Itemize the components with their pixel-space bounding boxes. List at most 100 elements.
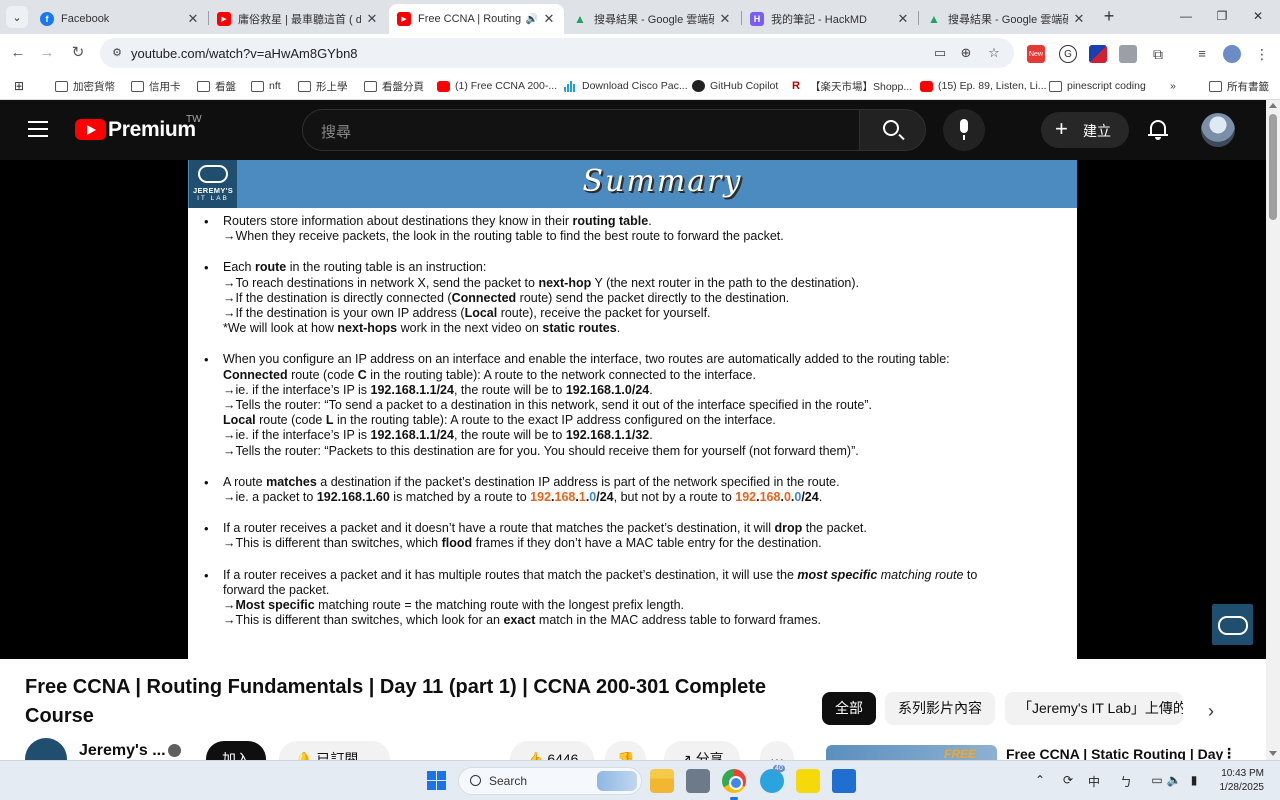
scroll-up-icon[interactable] — [1269, 103, 1277, 108]
taskbar-app-yellow-icon[interactable] — [796, 769, 820, 793]
bookmark-folder-all[interactable]: 所有書籤 — [1209, 78, 1269, 94]
chrome-icon[interactable] — [722, 769, 746, 793]
bookmark-link[interactable]: R 【楽天市場】Shopp... — [792, 78, 912, 94]
page-scrollbar[interactable] — [1266, 100, 1280, 760]
bookmark-folder[interactable]: nft — [251, 78, 281, 94]
tray-overflow-icon[interactable]: ⌃ — [1032, 773, 1048, 787]
reload-icon[interactable]: ↻ — [68, 43, 88, 63]
dislike-button[interactable]: 👎 — [605, 741, 647, 760]
channel-avatar[interactable] — [25, 738, 67, 760]
bookmark-folder[interactable]: 加密貨幣 — [55, 78, 115, 94]
tab-search-chevron-icon[interactable]: ⌄ — [6, 6, 28, 28]
like-button[interactable]: 👍 6446 — [510, 741, 595, 760]
apps-grid-icon[interactable]: ⊞ — [14, 78, 24, 94]
menu-icon[interactable] — [28, 121, 48, 137]
up-next-thumbnail[interactable]: FREE — [826, 745, 997, 760]
bookmarks-overflow-icon[interactable]: » — [1170, 78, 1176, 94]
scroll-down-icon[interactable] — [1269, 751, 1277, 756]
restore-icon[interactable]: ❐ — [1214, 8, 1230, 24]
search-button[interactable] — [859, 109, 926, 151]
tab-hackmd[interactable]: H 我的筆記 - HackMD ✕ — [742, 4, 918, 34]
back-icon[interactable]: ← — [8, 43, 28, 63]
chevron-right-icon[interactable]: › — [1208, 701, 1214, 722]
bookmark-folder[interactable]: 看盤 — [197, 78, 236, 94]
forward-icon[interactable]: → — [37, 43, 57, 63]
taskbar-app-icon[interactable] — [686, 769, 710, 793]
bookmark-link[interactable]: (15) Ep. 89, Listen, Li... — [920, 78, 1047, 94]
bookmark-link[interactable]: (1) Free CCNA 200-... — [437, 78, 557, 94]
tab-google-drive-2[interactable]: ▲ 搜尋結果 - Google 雲端硬 ✕ — [919, 4, 1094, 34]
close-icon[interactable]: ✕ — [542, 11, 556, 27]
notepad-icon[interactable] — [832, 769, 856, 793]
audio-playing-icon[interactable]: 🔊 — [526, 14, 538, 25]
close-icon[interactable]: ✕ — [896, 11, 910, 27]
media-control-icon[interactable]: ≡ — [1193, 45, 1211, 63]
chip-uploads[interactable]: 「Jeremy's IT Lab」上傳的 — [1005, 692, 1183, 725]
extensions-puzzle-icon[interactable]: ⧉ — [1149, 45, 1167, 63]
profile-avatar-icon[interactable] — [1223, 45, 1241, 63]
sync-icon[interactable]: ⟳ — [1060, 773, 1076, 787]
telegram-icon[interactable]: 40 — [760, 765, 785, 793]
create-button[interactable]: + 建立 — [1041, 112, 1129, 148]
battery-icon[interactable]: ▮ — [1186, 773, 1202, 787]
bookmark-folder[interactable]: 看盤分頁 — [364, 78, 424, 94]
bookmark-link[interactable]: Download Cisco Pac... — [564, 78, 688, 94]
network-icon[interactable]: ▭ — [1149, 773, 1165, 787]
account-avatar[interactable] — [1201, 113, 1235, 147]
extension-new-icon[interactable]: New — [1027, 45, 1045, 63]
file-explorer-icon[interactable] — [650, 769, 674, 793]
taskbar-clock[interactable]: 10:43 PM 1/28/2025 — [1218, 767, 1265, 795]
windows-start-icon[interactable] — [427, 771, 446, 790]
chrome-menu-icon[interactable]: ⋮ — [1253, 45, 1271, 63]
tab-youtube-song[interactable]: ▶ 庸俗救星 | 最車聽這首 ( de ✕ — [209, 4, 387, 34]
bookmark-link[interactable]: GitHub Copilot — [692, 78, 778, 94]
chip-series[interactable]: 系列影片內容 — [885, 692, 995, 725]
url-text[interactable]: youtube.com/watch?v=aHwAm8GYbn8 — [131, 46, 358, 61]
scrollbar-thumb[interactable] — [1269, 114, 1277, 220]
more-vert-icon[interactable]: ⋮ — [1222, 745, 1236, 760]
bookmark-folder[interactable]: 信用卡 — [131, 78, 181, 94]
bookmark-label: 【楽天市場】Shopp... — [810, 80, 913, 93]
extension-gray-icon[interactable] — [1119, 45, 1137, 63]
bookmark-label: 信用卡 — [149, 80, 181, 93]
close-icon[interactable]: ✕ — [186, 11, 200, 27]
extension-flag-icon[interactable] — [1089, 45, 1107, 63]
share-button[interactable]: ↗ 分享 — [664, 741, 740, 760]
taskbar-search[interactable]: Search — [458, 767, 642, 795]
channel-name[interactable]: Jeremy's ... — [79, 742, 166, 760]
tab-google-drive-1[interactable]: ▲ 搜尋結果 - Google 雲端硬 ✕ — [565, 4, 740, 34]
bookmark-label: (1) Free CCNA 200-... — [455, 80, 558, 92]
ime-indicator[interactable]: 中 — [1086, 773, 1102, 790]
cast-icon[interactable]: ▭ — [932, 45, 948, 61]
close-icon[interactable]: ✕ — [365, 11, 379, 27]
up-next-title[interactable]: Free CCNA | Static Routing | Day — [1006, 746, 1223, 760]
address-bar[interactable]: ⚙ youtube.com/watch?v=aHwAm8GYbn8 ▭ ⊕ ☆ — [100, 38, 1014, 68]
join-button[interactable]: 加入 — [206, 741, 266, 760]
extension-g-icon[interactable]: G — [1059, 45, 1077, 63]
more-actions-button[interactable]: ··· — [760, 741, 794, 760]
bookmark-folder[interactable]: pinescript coding — [1049, 78, 1146, 94]
bookmarks-bar: ⊞ 加密貨幣 信用卡 看盤 nft 形上學 看盤分頁 (1) Free CCNA… — [0, 72, 1280, 100]
minimize-icon[interactable]: — — [1178, 8, 1194, 24]
search-input[interactable]: 搜尋 — [302, 109, 860, 151]
window-close-icon[interactable]: ✕ — [1250, 8, 1266, 24]
chip-all[interactable]: 全部 — [822, 692, 876, 725]
close-icon[interactable]: ✕ — [718, 11, 732, 27]
tab-facebook[interactable]: f Facebook ✕ — [32, 4, 208, 34]
volume-icon[interactable]: 🔈 — [1166, 773, 1182, 787]
ime-mode-icon[interactable]: ㄅ — [1118, 773, 1134, 790]
video-player[interactable]: JEREMY'S IT LAB Summary Routers store in… — [0, 160, 1266, 659]
voice-search-button[interactable] — [943, 109, 985, 151]
close-icon[interactable]: ✕ — [1072, 11, 1086, 27]
site-info-icon[interactable]: ⚙ — [110, 46, 124, 60]
tab-free-ccna[interactable]: ▶ Free CCNA | Routing F 🔊 ✕ — [389, 4, 564, 34]
youtube-logo-icon[interactable] — [75, 119, 106, 140]
channel-watermark-icon[interactable] — [1212, 604, 1253, 645]
new-tab-button[interactable]: + — [1101, 7, 1117, 25]
notifications-bell-icon[interactable] — [1148, 119, 1168, 141]
subscribed-button[interactable]: 🔔 已訂閱 ⌄ — [279, 741, 390, 760]
bookmark-folder[interactable]: 形上學 — [298, 78, 348, 94]
zoom-icon[interactable]: ⊕ — [958, 45, 974, 61]
bookmark-star-icon[interactable]: ☆ — [986, 45, 1002, 61]
youtube-brand[interactable]: Premium — [108, 118, 196, 142]
